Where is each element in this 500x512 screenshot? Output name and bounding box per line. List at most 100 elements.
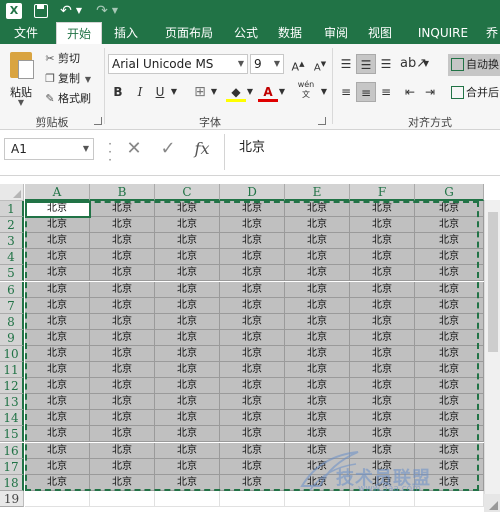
row-header-5[interactable]: 5 [0, 265, 24, 282]
cell-c15[interactable]: 北京 [155, 426, 220, 443]
cell-g16[interactable]: 北京 [415, 442, 484, 459]
cell-d10[interactable]: 北京 [220, 345, 285, 362]
cell-g10[interactable]: 北京 [415, 345, 484, 362]
cell-g14[interactable]: 北京 [415, 410, 484, 427]
cancel-icon[interactable]: ✕ [122, 138, 146, 160]
cell-g13[interactable]: 北京 [415, 394, 484, 411]
cell-c16[interactable]: 北京 [155, 442, 220, 459]
align-middle-icon[interactable]: ☰ [356, 54, 376, 74]
cell-e15[interactable]: 北京 [285, 426, 350, 443]
merge-center-button[interactable]: 合并后 [448, 82, 500, 104]
cell-b11[interactable]: 北京 [90, 362, 155, 379]
column-header-e[interactable]: E [285, 184, 350, 201]
row-header-10[interactable]: 10 [0, 345, 24, 362]
cell-f15[interactable]: 北京 [350, 426, 415, 443]
cell-f11[interactable]: 北京 [350, 362, 415, 379]
paste-button[interactable]: 粘贴 ▼ [6, 50, 36, 110]
column-header-g[interactable]: G [415, 184, 484, 201]
cell-e13[interactable]: 北京 [285, 394, 350, 411]
cell-d13[interactable]: 北京 [220, 394, 285, 411]
shrink-font-button[interactable]: A▼ [310, 54, 330, 74]
align-bottom-icon[interactable]: ☰ [376, 54, 396, 74]
row-header-8[interactable]: 8 [0, 313, 24, 330]
cell-e9[interactable]: 北京 [285, 329, 350, 346]
cell-b2[interactable]: 北京 [90, 217, 155, 234]
cell-d9[interactable]: 北京 [220, 329, 285, 346]
cell-g11[interactable]: 北京 [415, 362, 484, 379]
cell-c8[interactable]: 北京 [155, 313, 220, 330]
cell-f18[interactable]: 北京 [350, 474, 415, 491]
tab-page-layout[interactable]: 页面布局 [156, 22, 222, 44]
cell-c18[interactable]: 北京 [155, 474, 220, 491]
cell-a5[interactable]: 北京 [25, 265, 90, 282]
cell-c19[interactable] [155, 490, 220, 507]
row-header-11[interactable]: 11 [0, 362, 24, 379]
chevron-down-icon[interactable]: ▼ [318, 82, 330, 102]
cell-a3[interactable]: 北京 [25, 233, 90, 250]
cut-button[interactable]: ✂ 剪切 [42, 50, 80, 68]
cell-g17[interactable]: 北京 [415, 458, 484, 475]
cell-b14[interactable]: 北京 [90, 410, 155, 427]
row-header-2[interactable]: 2 [0, 217, 24, 234]
font-size-select[interactable]: 9 ▼ [250, 54, 284, 74]
cell-f16[interactable]: 北京 [350, 442, 415, 459]
cell-c14[interactable]: 北京 [155, 410, 220, 427]
cell-g2[interactable]: 北京 [415, 217, 484, 234]
enter-icon[interactable]: ✓ [156, 138, 180, 160]
decrease-indent-icon[interactable]: ⇤ [400, 82, 420, 102]
font-launcher-icon[interactable] [318, 117, 326, 125]
cell-b3[interactable]: 北京 [90, 233, 155, 250]
cell-c9[interactable]: 北京 [155, 329, 220, 346]
cell-c4[interactable]: 北京 [155, 249, 220, 266]
cell-f5[interactable]: 北京 [350, 265, 415, 282]
cell-b17[interactable]: 北京 [90, 458, 155, 475]
cell-g1[interactable]: 北京 [415, 201, 484, 218]
cell-e3[interactable]: 北京 [285, 233, 350, 250]
cell-a1[interactable]: 北京 [25, 201, 90, 218]
cell-d6[interactable]: 北京 [220, 281, 285, 298]
cell-f6[interactable]: 北京 [350, 281, 415, 298]
cell-e1[interactable]: 北京 [285, 201, 350, 218]
cell-a9[interactable]: 北京 [25, 329, 90, 346]
cell-g9[interactable]: 北京 [415, 329, 484, 346]
row-header-3[interactable]: 3 [0, 233, 24, 250]
cell-g15[interactable]: 北京 [415, 426, 484, 443]
row-header-4[interactable]: 4 [0, 249, 24, 266]
grow-font-button[interactable]: A▲ [288, 54, 308, 74]
cell-f4[interactable]: 北京 [350, 249, 415, 266]
align-right-icon[interactable]: ≡ [376, 82, 396, 102]
cell-b10[interactable]: 北京 [90, 345, 155, 362]
cell-g3[interactable]: 北京 [415, 233, 484, 250]
cell-e18[interactable]: 北京 [285, 474, 350, 491]
cell-e19[interactable] [285, 490, 350, 507]
borders-icon[interactable]: ⊞ [190, 82, 210, 102]
vertical-scrollbar[interactable] [484, 200, 500, 495]
cell-g12[interactable]: 北京 [415, 378, 484, 395]
cell-b6[interactable]: 北京 [90, 281, 155, 298]
cell-f19[interactable] [350, 490, 415, 507]
cell-d4[interactable]: 北京 [220, 249, 285, 266]
insert-function-icon[interactable]: fx [190, 138, 214, 160]
cell-d2[interactable]: 北京 [220, 217, 285, 234]
cell-b5[interactable]: 北京 [90, 265, 155, 282]
row-header-6[interactable]: 6 [0, 281, 24, 298]
cell-g4[interactable]: 北京 [415, 249, 484, 266]
cell-d18[interactable]: 北京 [220, 474, 285, 491]
cell-b8[interactable]: 北京 [90, 313, 155, 330]
cell-g19[interactable] [415, 490, 484, 507]
tab-data[interactable]: 数据 [272, 22, 308, 44]
cell-c12[interactable]: 北京 [155, 378, 220, 395]
cell-b4[interactable]: 北京 [90, 249, 155, 266]
cell-c5[interactable]: 北京 [155, 265, 220, 282]
chevron-down-icon[interactable]: ▼ [168, 82, 180, 102]
chevron-down-icon[interactable]: ▼ [208, 82, 220, 102]
cell-a7[interactable]: 北京 [25, 297, 90, 314]
cell-a13[interactable]: 北京 [25, 394, 90, 411]
chevron-down-icon[interactable]: ▼ [80, 71, 96, 89]
cell-f2[interactable]: 北京 [350, 217, 415, 234]
bold-button[interactable]: B [108, 82, 128, 102]
cell-c2[interactable]: 北京 [155, 217, 220, 234]
cell-a15[interactable]: 北京 [25, 426, 90, 443]
cell-e7[interactable]: 北京 [285, 297, 350, 314]
row-header-17[interactable]: 17 [0, 458, 24, 475]
